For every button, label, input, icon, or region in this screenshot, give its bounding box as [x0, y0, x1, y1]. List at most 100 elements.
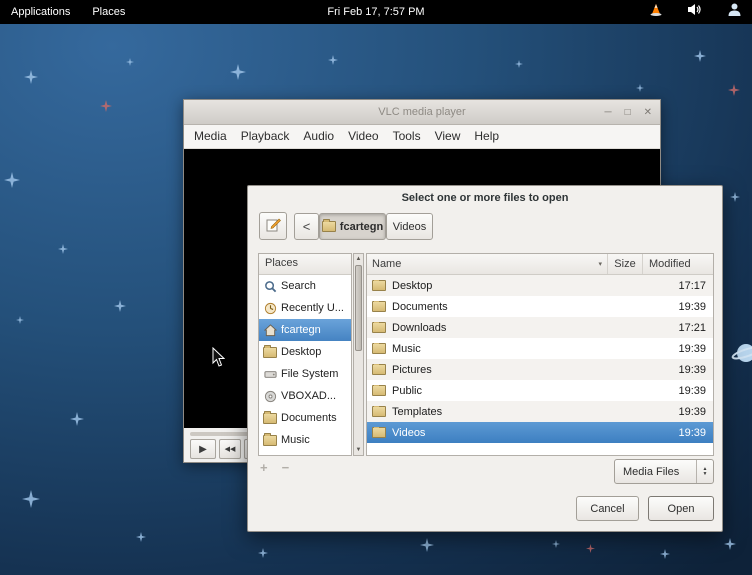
file-list: Name ▾ Size Modified Desktop 17:17 Docum…	[366, 253, 714, 456]
play-button[interactable]: ▶	[190, 439, 216, 459]
folder-icon	[263, 412, 277, 425]
file-name: Public	[392, 385, 422, 397]
folder-icon	[372, 301, 386, 312]
table-row[interactable]: Music 19:39	[367, 338, 713, 359]
volume-icon[interactable]	[687, 3, 703, 21]
file-name: Documents	[392, 301, 448, 313]
file-type-filter-combo[interactable]: Media Files ▲ ▼	[614, 459, 714, 484]
top-panel: Applications Places Fri Feb 17, 7:57 PM	[0, 0, 752, 24]
star-icon	[258, 548, 268, 558]
star-icon	[420, 538, 434, 552]
system-tray	[649, 0, 742, 24]
sidebar-item-desktop[interactable]: Desktop	[259, 341, 351, 363]
maximize-icon[interactable]: □	[625, 107, 631, 118]
minimize-icon[interactable]: ─	[604, 107, 611, 118]
table-row[interactable]: Downloads 17:21	[367, 317, 713, 338]
folder-icon	[372, 385, 386, 396]
breadcrumb-label: Videos	[393, 221, 426, 233]
file-modified: 19:39	[643, 427, 713, 439]
sidebar-scrollbar[interactable]: ▲ ▼	[353, 253, 364, 456]
vlc-cone-icon[interactable]	[649, 3, 663, 22]
home-folder-icon	[322, 221, 336, 232]
star-icon	[515, 60, 523, 68]
menu-playback[interactable]: Playback	[234, 125, 297, 148]
vlc-titlebar[interactable]: VLC media player ─ □ ✕	[184, 100, 660, 125]
sidebar-item-music[interactable]: Music	[259, 429, 351, 451]
table-row-selected[interactable]: Videos 19:39	[367, 422, 713, 443]
table-row[interactable]: Documents 19:39	[367, 296, 713, 317]
back-button[interactable]: <	[294, 213, 319, 240]
places-header[interactable]: Places	[259, 254, 351, 275]
table-row[interactable]: Pictures 19:39	[367, 359, 713, 380]
dialog-title: Select one or more files to open	[248, 186, 722, 204]
search-icon	[263, 280, 277, 293]
previous-button[interactable]: ◀◀	[219, 439, 241, 459]
breadcrumb-home[interactable]: fcartegn	[319, 213, 386, 240]
file-modified: 19:39	[643, 385, 713, 397]
table-row[interactable]: Desktop 17:17	[367, 275, 713, 296]
sidebar-item-vboxadditions[interactable]: VBOXAD...	[259, 385, 351, 407]
user-icon[interactable]	[727, 2, 742, 22]
file-name: Templates	[392, 406, 442, 418]
star-icon	[22, 490, 40, 508]
column-header-size[interactable]: Size	[608, 254, 643, 274]
star-icon	[24, 70, 38, 84]
file-name: Pictures	[392, 364, 432, 376]
add-bookmark-button[interactable]: +	[260, 460, 268, 475]
open-button[interactable]: Open	[648, 496, 714, 521]
folder-icon	[372, 364, 386, 375]
table-row[interactable]: Templates 19:39	[367, 401, 713, 422]
desktop: Applications Places Fri Feb 17, 7:57 PM	[0, 0, 752, 575]
sidebar-item-recently-used[interactable]: Recently U...	[259, 297, 351, 319]
sidebar-item-search[interactable]: Search	[259, 275, 351, 297]
menu-help[interactable]: Help	[467, 125, 506, 148]
menu-video[interactable]: Video	[341, 125, 385, 148]
file-modified: 17:17	[643, 280, 713, 292]
sidebar-item-label: Documents	[281, 412, 337, 424]
file-name: Videos	[392, 427, 425, 439]
saturn-planet-icon	[728, 338, 752, 373]
places-menu[interactable]: Places	[81, 0, 136, 24]
sidebar-item-documents[interactable]: Documents	[259, 407, 351, 429]
star-icon	[230, 64, 246, 80]
remove-bookmark-button[interactable]: −	[282, 460, 290, 475]
sidebar-item-label: Search	[281, 280, 316, 292]
applications-menu[interactable]: Applications	[0, 0, 81, 24]
star-icon	[114, 300, 126, 312]
folder-icon	[263, 346, 277, 359]
table-row[interactable]: Public 19:39	[367, 380, 713, 401]
clock[interactable]: Fri Feb 17, 7:57 PM	[327, 6, 424, 18]
scrollbar-thumb[interactable]	[355, 265, 362, 351]
menu-media[interactable]: Media	[187, 125, 234, 148]
cancel-button[interactable]: Cancel	[576, 496, 639, 521]
menu-tools[interactable]: Tools	[386, 125, 428, 148]
sidebar-item-label: VBOXAD...	[281, 390, 336, 402]
sidebar-item-file-system[interactable]: File System	[259, 363, 351, 385]
vlc-window-title: VLC media player	[184, 100, 660, 125]
close-icon[interactable]: ✕	[644, 107, 652, 118]
column-header-name[interactable]: Name ▾	[367, 254, 608, 274]
file-name: Desktop	[392, 280, 432, 292]
star-icon	[660, 549, 670, 559]
chevron-left-icon: <	[303, 219, 311, 234]
menu-audio[interactable]: Audio	[296, 125, 341, 148]
star-icon	[136, 532, 146, 542]
folder-icon	[372, 427, 386, 438]
scroll-up-icon[interactable]: ▲	[354, 254, 363, 264]
drive-icon	[263, 368, 277, 381]
type-location-button[interactable]	[259, 212, 287, 240]
star-icon	[4, 172, 20, 188]
combo-arrows-icon: ▲ ▼	[696, 460, 713, 483]
folder-icon	[372, 406, 386, 417]
star-icon	[694, 50, 706, 62]
file-modified: 17:21	[643, 322, 713, 334]
breadcrumb-videos[interactable]: Videos	[386, 213, 433, 240]
sidebar-item-label: Recently U...	[281, 302, 344, 314]
column-header-modified[interactable]: Modified	[643, 254, 713, 274]
folder-icon	[263, 434, 277, 447]
folder-icon	[372, 280, 386, 291]
sidebar-item-label: File System	[281, 368, 338, 380]
scroll-down-icon[interactable]: ▼	[354, 445, 363, 455]
menu-view[interactable]: View	[428, 125, 468, 148]
sidebar-item-home[interactable]: fcartegn	[259, 319, 351, 341]
